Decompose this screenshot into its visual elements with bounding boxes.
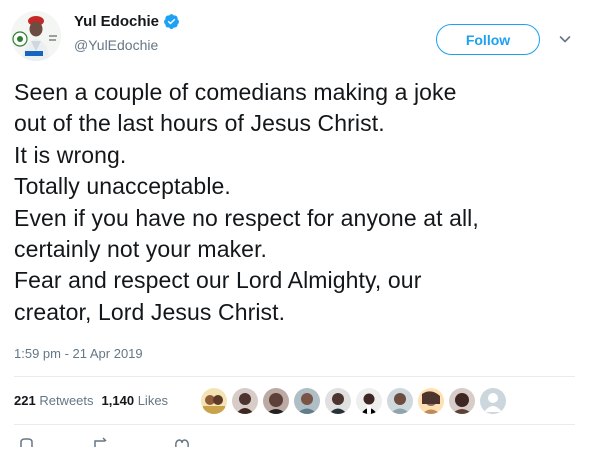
follow-button[interactable]: Follow	[436, 24, 540, 55]
likes-stat[interactable]: 1,140 Likes	[102, 393, 169, 408]
divider	[14, 376, 575, 377]
tweet-text-line: certainly not your maker.	[14, 236, 268, 263]
retweet-icon[interactable]	[92, 434, 108, 447]
liker-avatar[interactable]	[261, 386, 291, 416]
tweet-text-line: creator, Lord Jesus Christ.	[14, 298, 286, 325]
tweet-text-line: Fear and respect our Lord Almighty, our	[14, 267, 422, 294]
tweet-card: Yul Edochie @YulEdochie Follow Seen a co…	[0, 0, 589, 448]
liker-avatar[interactable]	[230, 386, 260, 416]
liker-avatar[interactable]	[447, 386, 477, 416]
like-icon[interactable]	[174, 434, 190, 448]
tweet-actions	[14, 434, 314, 448]
liker-avatar[interactable]	[478, 386, 508, 416]
tweet-text-line: Even if you have no respect for anyone a…	[14, 204, 479, 231]
verified-badge-icon	[163, 13, 180, 30]
tweet-text-line: Totally unacceptable.	[14, 173, 231, 200]
chevron-down-icon[interactable]	[558, 32, 572, 46]
retweets-label: Retweets	[39, 393, 94, 408]
likes-label: Likes	[137, 393, 169, 408]
divider	[14, 424, 575, 425]
tweet-text-line: Seen a couple of comedians making a joke	[14, 79, 457, 105]
author-avatar[interactable]	[11, 11, 61, 61]
reply-icon[interactable]	[18, 434, 34, 447]
author-display-name[interactable]: Yul Edochie	[74, 13, 159, 30]
liker-avatar[interactable]	[323, 386, 353, 416]
retweets-count: 221	[14, 393, 36, 408]
tweet-text: Seen a couple of comedians making a joke…	[14, 77, 574, 328]
tweet-stats: 221 Retweets 1,140 Likes	[14, 393, 168, 408]
liker-avatars	[199, 386, 509, 416]
tweet-text-line: It is wrong.	[14, 141, 127, 168]
author-name-row[interactable]: Yul Edochie	[74, 13, 180, 30]
liker-avatar[interactable]	[354, 386, 384, 416]
likes-count: 1,140	[101, 393, 135, 408]
tweet-text-line: out of the last hours of Jesus Christ.	[14, 110, 385, 137]
tweet-timestamp[interactable]: 1:59 pm - 21 Apr 2019	[14, 346, 143, 361]
liker-avatar[interactable]	[385, 386, 415, 416]
liker-avatar[interactable]	[292, 386, 322, 416]
liker-avatar[interactable]	[199, 386, 229, 416]
liker-avatar[interactable]	[416, 386, 446, 416]
author-handle[interactable]: @YulEdochie	[74, 37, 158, 53]
retweets-stat[interactable]: 221 Retweets	[14, 393, 94, 408]
